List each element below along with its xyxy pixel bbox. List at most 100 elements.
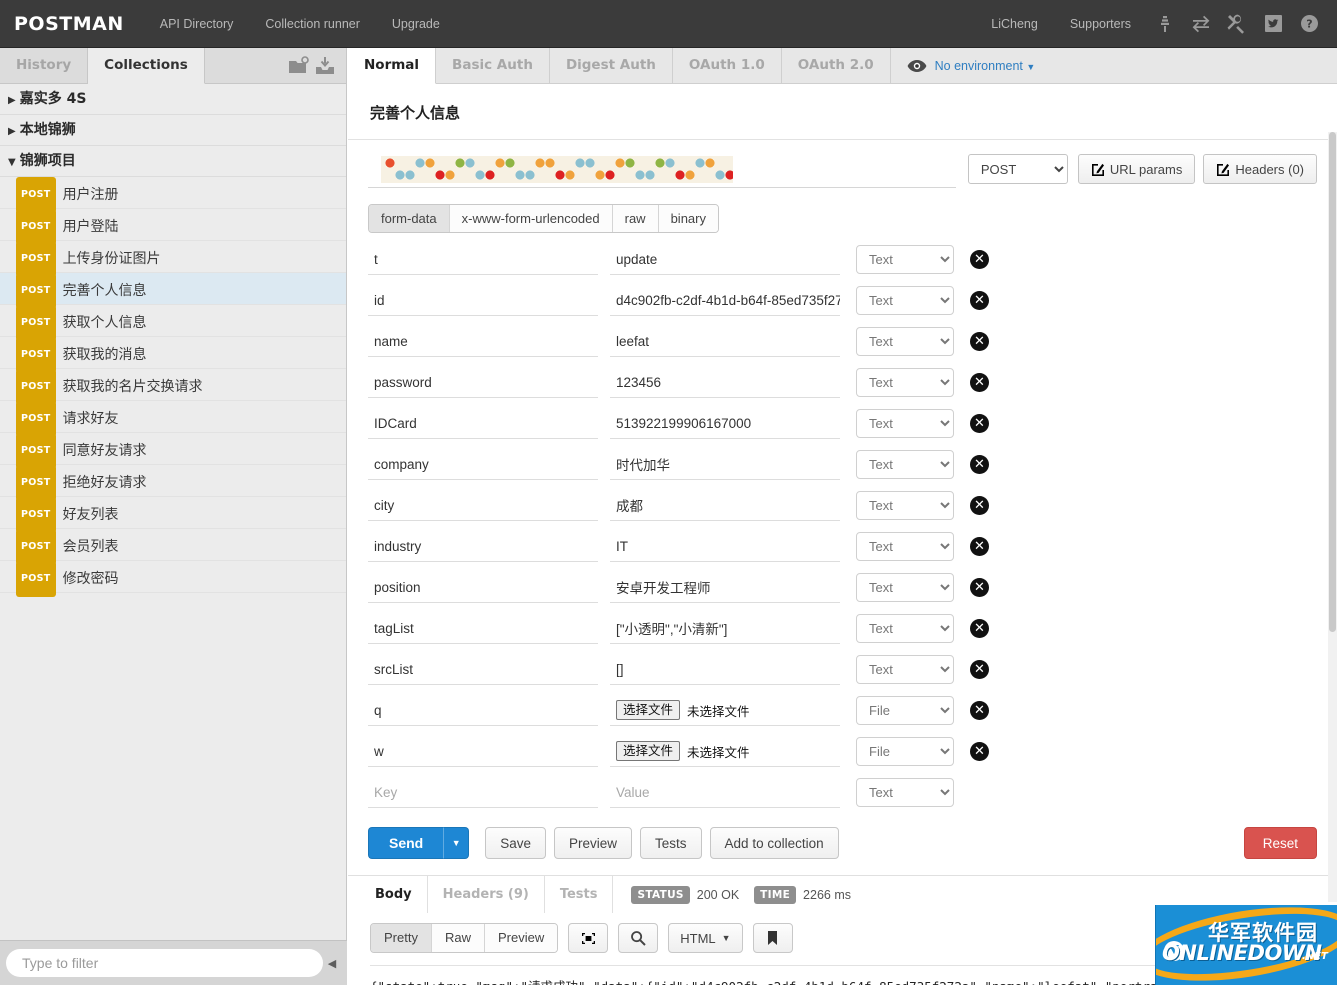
bookmark-icon[interactable] bbox=[753, 923, 793, 953]
collection-folder[interactable]: ▶嘉实多 4S bbox=[0, 84, 346, 115]
delete-circle-icon[interactable]: ✕ bbox=[970, 414, 989, 433]
nav-collection-runner[interactable]: Collection runner bbox=[249, 1, 376, 47]
nav-api-directory[interactable]: API Directory bbox=[144, 1, 250, 47]
choose-file-button[interactable]: 选择文件 bbox=[616, 700, 680, 720]
delete-circle-icon[interactable]: ✕ bbox=[970, 701, 989, 720]
scrollbar-thumb[interactable] bbox=[1329, 132, 1336, 632]
request-item[interactable]: POST获取个人信息 bbox=[0, 305, 346, 337]
new-collection-icon[interactable] bbox=[288, 56, 310, 76]
form-value-input[interactable] bbox=[610, 409, 840, 439]
form-value-input[interactable] bbox=[610, 368, 840, 398]
tab-response-body[interactable]: Body bbox=[360, 876, 428, 913]
form-key-input[interactable] bbox=[368, 368, 598, 398]
method-select[interactable]: POST bbox=[968, 154, 1068, 184]
form-value-input[interactable] bbox=[610, 491, 840, 521]
delete-circle-icon[interactable]: ✕ bbox=[970, 578, 989, 597]
delete-circle-icon[interactable]: ✕ bbox=[970, 250, 989, 269]
request-item[interactable]: POST获取我的消息 bbox=[0, 337, 346, 369]
request-item-selected[interactable]: POST完善个人信息 bbox=[0, 273, 346, 305]
view-mode-preview[interactable]: Preview bbox=[485, 924, 557, 952]
choose-file-button[interactable]: 选择文件 bbox=[616, 741, 680, 761]
delete-circle-icon[interactable]: ✕ bbox=[970, 537, 989, 556]
import-collection-icon[interactable] bbox=[314, 56, 336, 76]
form-type-select[interactable]: Text bbox=[856, 614, 954, 643]
fullscreen-icon[interactable] bbox=[568, 923, 608, 953]
headers-button[interactable]: Headers (0) bbox=[1203, 154, 1317, 184]
request-item[interactable]: POST修改密码 bbox=[0, 561, 346, 593]
form-value-input[interactable] bbox=[610, 286, 840, 316]
delete-circle-icon[interactable]: ✕ bbox=[970, 332, 989, 351]
form-value-input[interactable] bbox=[610, 450, 840, 480]
delete-circle-icon[interactable]: ✕ bbox=[970, 619, 989, 638]
main-scrollbar[interactable] bbox=[1328, 132, 1337, 902]
request-item[interactable]: POST好友列表 bbox=[0, 497, 346, 529]
tab-normal[interactable]: Normal bbox=[348, 48, 436, 84]
delete-circle-icon[interactable]: ✕ bbox=[970, 660, 989, 679]
supporters-link[interactable]: Supporters bbox=[1054, 1, 1147, 47]
form-type-select[interactable]: Text bbox=[856, 368, 954, 397]
tab-oauth1[interactable]: OAuth 1.0 bbox=[673, 48, 782, 83]
form-key-input[interactable] bbox=[368, 327, 598, 357]
eye-icon[interactable] bbox=[907, 59, 927, 73]
request-item[interactable]: POST会员列表 bbox=[0, 529, 346, 561]
request-item[interactable]: POST请求好友 bbox=[0, 401, 346, 433]
request-item[interactable]: POST用户登陆 bbox=[0, 209, 346, 241]
form-value-input[interactable] bbox=[610, 532, 840, 562]
request-item[interactable]: POST上传身份证图片 bbox=[0, 241, 346, 273]
signal-icon[interactable] bbox=[1150, 9, 1180, 39]
new-form-key-input[interactable] bbox=[368, 778, 598, 808]
body-type-raw[interactable]: raw bbox=[613, 205, 659, 232]
tools-icon[interactable] bbox=[1222, 9, 1252, 39]
search-icon[interactable] bbox=[618, 923, 658, 953]
request-item[interactable]: POST获取我的名片交换请求 bbox=[0, 369, 346, 401]
save-button[interactable]: Save bbox=[485, 827, 546, 859]
form-key-input[interactable] bbox=[368, 450, 598, 480]
request-item[interactable]: POST同意好友请求 bbox=[0, 433, 346, 465]
form-key-input[interactable] bbox=[368, 655, 598, 685]
delete-circle-icon[interactable]: ✕ bbox=[970, 496, 989, 515]
form-key-input[interactable] bbox=[368, 491, 598, 521]
view-mode-pretty[interactable]: Pretty bbox=[371, 924, 432, 952]
view-mode-raw[interactable]: Raw bbox=[432, 924, 485, 952]
form-type-select[interactable]: Text bbox=[856, 491, 954, 520]
collection-folder-expanded[interactable]: ▼锦狮项目 bbox=[0, 146, 346, 177]
nav-upgrade[interactable]: Upgrade bbox=[376, 1, 456, 47]
form-key-input[interactable] bbox=[368, 573, 598, 603]
preview-button[interactable]: Preview bbox=[554, 827, 632, 859]
delete-circle-icon[interactable]: ✕ bbox=[970, 742, 989, 761]
form-type-select[interactable]: Text bbox=[856, 245, 954, 274]
form-type-select[interactable]: Text bbox=[856, 450, 954, 479]
form-type-select[interactable]: Text bbox=[856, 573, 954, 602]
collapse-left-icon[interactable]: ◀ bbox=[323, 957, 341, 970]
body-type-binary[interactable]: binary bbox=[659, 205, 718, 232]
help-icon[interactable]: ? bbox=[1294, 9, 1324, 39]
tests-button[interactable]: Tests bbox=[640, 827, 702, 859]
send-options-chevron-down-icon[interactable]: ▼ bbox=[443, 827, 469, 859]
form-type-select[interactable]: Text bbox=[856, 655, 954, 684]
tab-basic-auth[interactable]: Basic Auth bbox=[436, 48, 550, 83]
add-to-collection-button[interactable]: Add to collection bbox=[710, 827, 839, 859]
request-item[interactable]: POST拒绝好友请求 bbox=[0, 465, 346, 497]
sync-icon[interactable] bbox=[1186, 9, 1216, 39]
tab-digest-auth[interactable]: Digest Auth bbox=[550, 48, 673, 83]
form-key-input[interactable] bbox=[368, 286, 598, 316]
form-value-input[interactable] bbox=[610, 614, 840, 644]
form-key-input[interactable] bbox=[368, 737, 598, 767]
send-button[interactable]: Send bbox=[368, 827, 443, 859]
form-type-select[interactable]: Text bbox=[856, 286, 954, 315]
tab-oauth2[interactable]: OAuth 2.0 bbox=[782, 48, 891, 83]
form-value-input[interactable] bbox=[610, 327, 840, 357]
new-form-value-input[interactable] bbox=[610, 778, 840, 808]
delete-circle-icon[interactable]: ✕ bbox=[970, 373, 989, 392]
tab-history[interactable]: History bbox=[0, 48, 88, 83]
form-key-input[interactable] bbox=[368, 532, 598, 562]
user-menu[interactable]: LiCheng bbox=[975, 1, 1054, 47]
request-item[interactable]: POST用户注册 bbox=[0, 177, 346, 209]
twitter-icon[interactable] bbox=[1258, 9, 1288, 39]
file-picker[interactable]: 选择文件 未选择文件 bbox=[610, 737, 840, 767]
form-key-input[interactable] bbox=[368, 409, 598, 439]
tab-collections[interactable]: Collections bbox=[88, 48, 205, 84]
tab-response-headers[interactable]: Headers (9) bbox=[428, 876, 545, 913]
body-type-urlencoded[interactable]: x-www-form-urlencoded bbox=[450, 205, 613, 232]
form-type-select[interactable]: Text bbox=[856, 327, 954, 356]
